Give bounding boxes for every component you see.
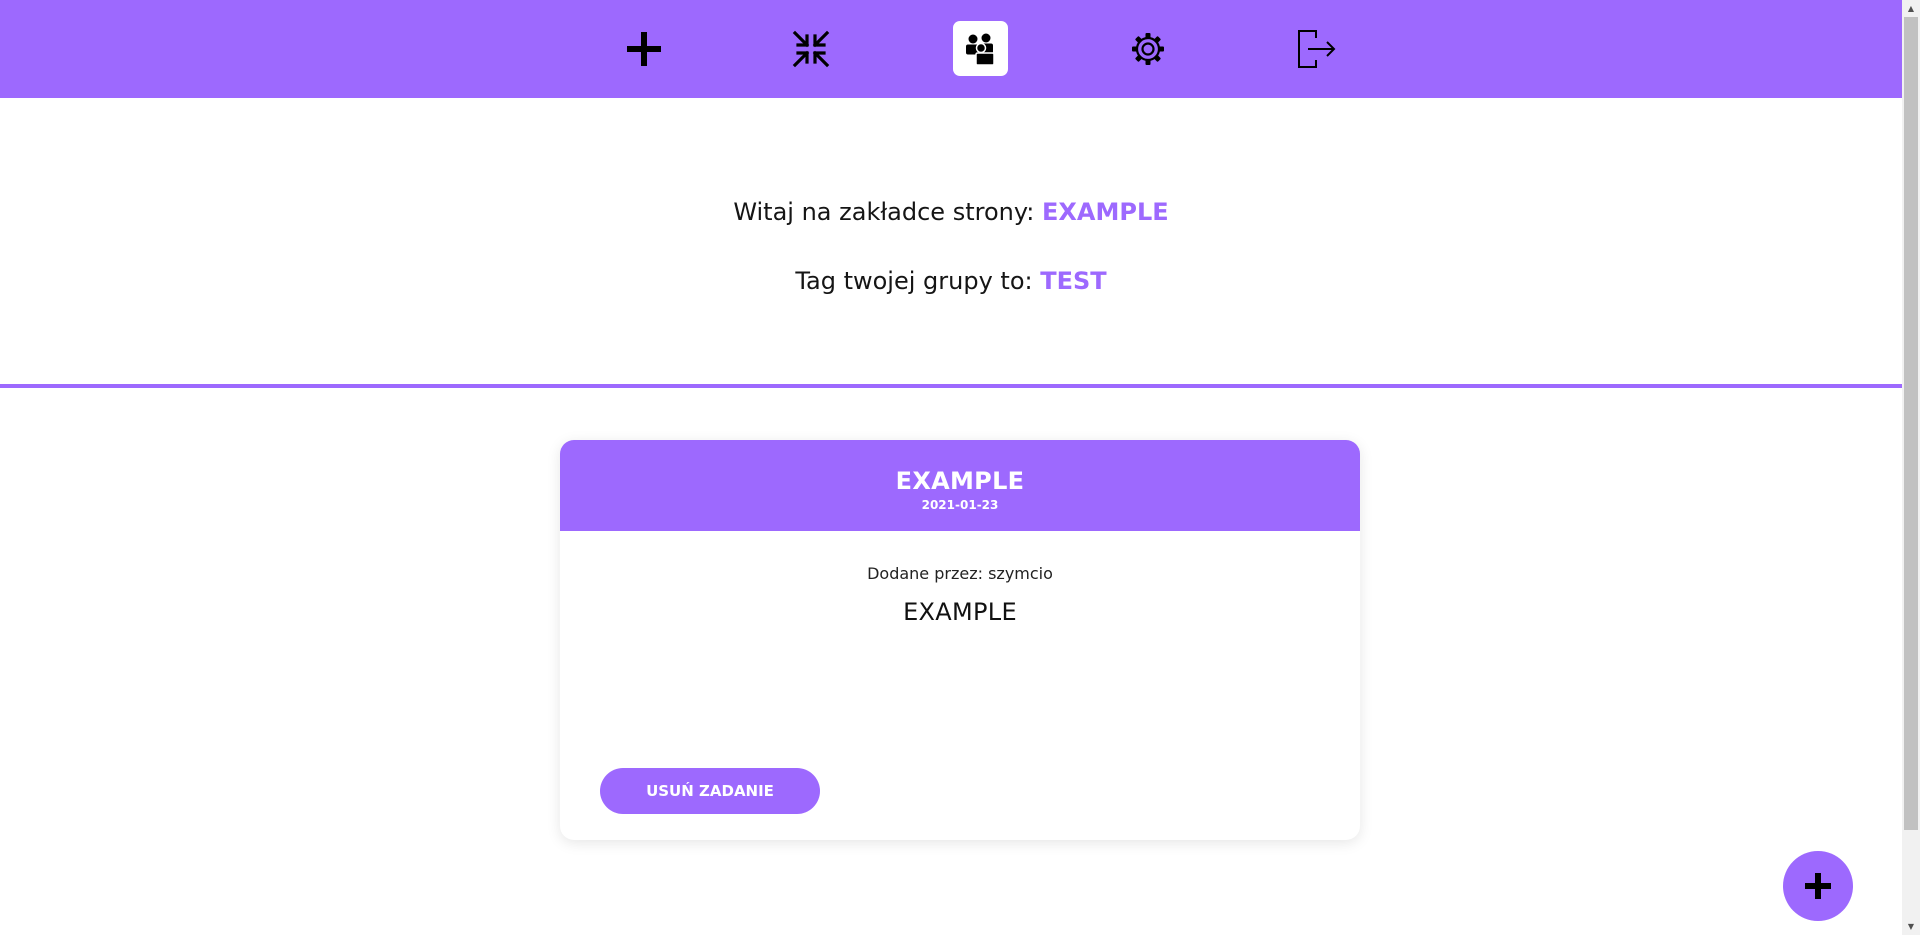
scroll-up-arrow-icon[interactable]: ▲ bbox=[1902, 0, 1920, 17]
vertical-scrollbar[interactable]: ▲ ▼ bbox=[1902, 0, 1920, 935]
plus-icon bbox=[1805, 873, 1831, 899]
page-name: EXAMPLE bbox=[1042, 198, 1169, 226]
logout-icon bbox=[1297, 29, 1335, 68]
delete-task-button[interactable]: USUŃ ZADANIE bbox=[600, 768, 820, 814]
scrollbar-thumb[interactable] bbox=[1904, 17, 1918, 830]
compress-icon bbox=[792, 30, 829, 67]
task-date: 2021-01-23 bbox=[921, 498, 999, 512]
nav-settings-button[interactable] bbox=[1120, 21, 1175, 76]
group-tag-label: Tag twojej grupy to: bbox=[795, 267, 1041, 295]
gear-icon bbox=[1131, 32, 1164, 65]
welcome-page-label: Witaj na zakładce strony: bbox=[733, 198, 1043, 226]
add-task-fab[interactable] bbox=[1783, 851, 1853, 921]
task-title: EXAMPLE bbox=[895, 467, 1025, 495]
top-nav-bar bbox=[0, 0, 1902, 98]
nav-compress-button[interactable] bbox=[783, 21, 838, 76]
task-card-header: EXAMPLE 2021-01-23 bbox=[560, 440, 1360, 531]
nav-add-button[interactable] bbox=[616, 21, 671, 76]
welcome-tag-line: Tag twojej grupy to: TEST bbox=[0, 267, 1902, 295]
group-icon bbox=[965, 33, 995, 66]
group-tag: TEST bbox=[1040, 267, 1107, 295]
task-card: EXAMPLE 2021-01-23 Dodane przez: szymcio… bbox=[560, 440, 1360, 840]
task-author: Dodane przez: szymcio bbox=[867, 564, 1053, 583]
task-content: EXAMPLE bbox=[903, 598, 1017, 626]
plus-icon bbox=[626, 31, 661, 66]
scroll-down-arrow-icon[interactable]: ▼ bbox=[1902, 918, 1920, 935]
page: Witaj na zakładce strony: EXAMPLE Tag tw… bbox=[0, 0, 1920, 935]
nav-group-button[interactable] bbox=[953, 21, 1008, 76]
nav-logout-button[interactable] bbox=[1289, 21, 1344, 76]
welcome-section: Witaj na zakładce strony: EXAMPLE Tag tw… bbox=[0, 98, 1902, 388]
welcome-page-line: Witaj na zakładce strony: EXAMPLE bbox=[0, 198, 1902, 226]
